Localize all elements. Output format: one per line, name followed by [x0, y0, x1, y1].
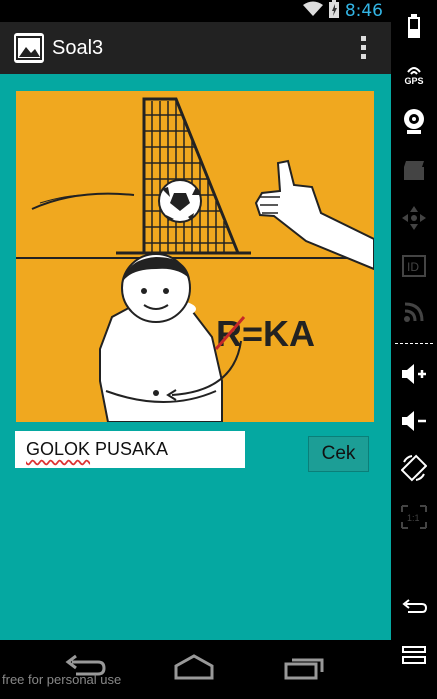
- volume-down-icon[interactable]: [391, 407, 437, 435]
- recent-apps-icon[interactable]: [282, 654, 326, 685]
- check-button[interactable]: Cek: [308, 436, 369, 472]
- scale-1to1-icon[interactable]: 1:1: [391, 502, 437, 532]
- rotate-screen-icon[interactable]: [391, 452, 437, 484]
- panel-divider: [395, 343, 433, 344]
- dpad-icon[interactable]: [391, 204, 437, 232]
- puzzle-image: R=KA: [16, 91, 374, 422]
- device-id-icon[interactable]: ID: [391, 252, 437, 280]
- volume-up-icon[interactable]: [391, 360, 437, 388]
- rss-icon[interactable]: [391, 298, 437, 326]
- emulator-screen: 8:46 Soal3 R=KA GOLOK PUSAKA Cek free fo…: [0, 0, 437, 699]
- gps-icon[interactable]: GPS: [391, 62, 437, 90]
- gps-label: GPS: [404, 76, 424, 86]
- camera-icon[interactable]: [391, 106, 437, 136]
- watermark-text: free for personal use: [2, 672, 122, 687]
- action-bar: Soal3: [0, 22, 391, 74]
- status-bar: 8:46: [0, 0, 391, 22]
- main-content: R=KA GOLOK PUSAKA Cek: [0, 74, 391, 640]
- answer-text-part2: PUSAKA: [90, 439, 169, 459]
- clock: 8:46: [344, 1, 383, 21]
- emulator-side-panel: GPS ID 1:1: [391, 0, 437, 699]
- overflow-menu-icon[interactable]: [361, 36, 367, 59]
- svg-text:1:1: 1:1: [407, 513, 420, 523]
- svg-text:ID: ID: [407, 260, 419, 274]
- app-image-icon[interactable]: [14, 33, 44, 63]
- battery-control-icon[interactable]: [391, 12, 437, 40]
- video-clapper-icon[interactable]: [391, 156, 437, 184]
- side-menu-icon[interactable]: [391, 642, 437, 668]
- side-back-icon[interactable]: [391, 594, 437, 620]
- home-icon[interactable]: [172, 654, 216, 685]
- wifi-icon: [302, 1, 323, 22]
- app-title: Soal3: [52, 36, 104, 59]
- answer-text-part1: GOLOK: [26, 439, 91, 459]
- battery-icon: [328, 0, 339, 23]
- answer-input[interactable]: GOLOK PUSAKA: [15, 431, 245, 468]
- navigation-bar: [0, 640, 391, 699]
